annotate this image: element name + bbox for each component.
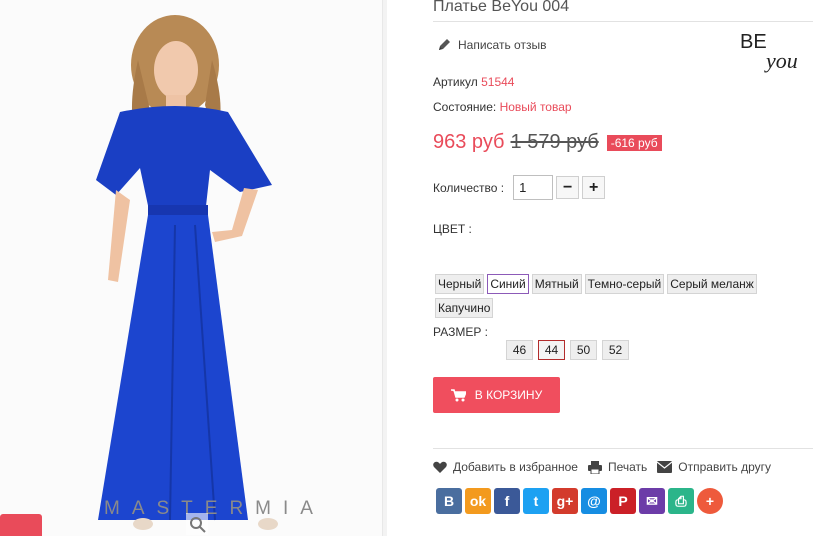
send-to-friend-link[interactable]: Отправить другу: [657, 460, 771, 474]
price-row: 963 руб 1 579 руб -616 руб: [433, 131, 662, 154]
quantity-decrease-button[interactable]: −: [556, 176, 580, 199]
add-to-cart-label: В КОРЗИНУ: [474, 388, 543, 402]
title-divider: [433, 21, 813, 22]
write-review-label: Написать отзыв: [458, 38, 547, 52]
share-buttons: B ok f t g+ @ P ✉ ⎙ +: [436, 488, 723, 514]
send-to-friend-label: Отправить другу: [678, 460, 772, 474]
envelope-icon: [657, 461, 673, 473]
condition-row: Состояние: Новый товар: [433, 100, 572, 114]
odnoklassniki-share-button[interactable]: ok: [465, 488, 491, 514]
size-option-46[interactable]: 46: [506, 340, 533, 360]
pencil-icon: [439, 39, 450, 50]
quantity-input[interactable]: [513, 175, 554, 200]
brand-logo[interactable]: BE you: [740, 28, 812, 76]
condition-value: Новый товар: [499, 100, 572, 114]
zoom-icon[interactable]: [186, 513, 208, 535]
svg-text:BE: BE: [740, 31, 767, 53]
current-price: 963 руб: [433, 131, 505, 153]
add-to-favorites-link[interactable]: Добавить в избранное: [433, 460, 578, 474]
facebook-share-button[interactable]: f: [494, 488, 520, 514]
article-label: Артикул: [433, 75, 478, 89]
write-review-link[interactable]: Написать отзыв: [437, 38, 546, 52]
size-option-50[interactable]: 50: [570, 340, 597, 360]
print-link[interactable]: Печать: [587, 460, 648, 474]
email-share-button[interactable]: ✉: [639, 488, 665, 514]
color-option-gray-melange[interactable]: Серый меланж: [667, 274, 757, 294]
print-label: Печать: [607, 460, 648, 474]
side-tab[interactable]: [0, 514, 42, 536]
svg-text:you: you: [764, 48, 798, 73]
article-row: Артикул 51544: [433, 75, 514, 89]
printer-icon: [587, 460, 602, 474]
product-title: Платье BeYou 004: [433, 0, 570, 15]
size-option-44[interactable]: 44: [538, 340, 565, 360]
color-option-black[interactable]: Черный: [435, 274, 485, 294]
color-options-row-1: Черный Синий Мятный Темно-серый Серый ме…: [435, 274, 757, 294]
color-option-blue[interactable]: Синий: [487, 274, 529, 294]
quantity-increase-button[interactable]: +: [582, 176, 606, 199]
cart-icon: [450, 388, 466, 401]
quantity-label: Количество :: [433, 180, 505, 195]
color-option-dark-gray[interactable]: Темно-серый: [584, 274, 665, 294]
print-share-button[interactable]: ⎙: [668, 488, 694, 514]
more-share-button[interactable]: +: [697, 488, 723, 514]
actions-divider: [433, 448, 813, 449]
product-photo[interactable]: [0, 0, 383, 536]
size-label: РАЗМЕР :: [433, 325, 488, 339]
condition-label: Состояние:: [433, 100, 497, 114]
color-option-mint[interactable]: Мятный: [531, 274, 582, 294]
size-options: 46 44 50 52: [506, 340, 629, 360]
watermark-text: MASTERMIA: [104, 498, 325, 519]
article-value: 51544: [481, 75, 515, 89]
old-price: 1 579 руб: [510, 131, 599, 153]
mail-ru-share-button[interactable]: @: [581, 488, 607, 514]
google-plus-share-button[interactable]: g+: [552, 488, 578, 514]
product-actions: Добавить в избранное Печать Отправить др…: [433, 460, 781, 474]
heart-icon: [433, 461, 447, 473]
twitter-share-button[interactable]: t: [523, 488, 549, 514]
color-options-row-2: Капучино: [435, 298, 494, 318]
vk-share-button[interactable]: B: [436, 488, 462, 514]
pinterest-share-button[interactable]: P: [610, 488, 636, 514]
quantity-row: Количество : − +: [433, 175, 606, 200]
divider-strip: [383, 0, 387, 536]
color-option-cappuccino[interactable]: Капучино: [435, 298, 494, 318]
discount-badge: -616 руб: [606, 134, 662, 151]
product-image-pane: MASTERMIA: [0, 0, 383, 536]
color-label: ЦВЕТ :: [433, 222, 472, 236]
add-to-favorites-label: Добавить в избранное: [453, 460, 578, 474]
size-option-52[interactable]: 52: [602, 340, 629, 360]
add-to-cart-button[interactable]: В КОРЗИНУ: [433, 377, 560, 413]
